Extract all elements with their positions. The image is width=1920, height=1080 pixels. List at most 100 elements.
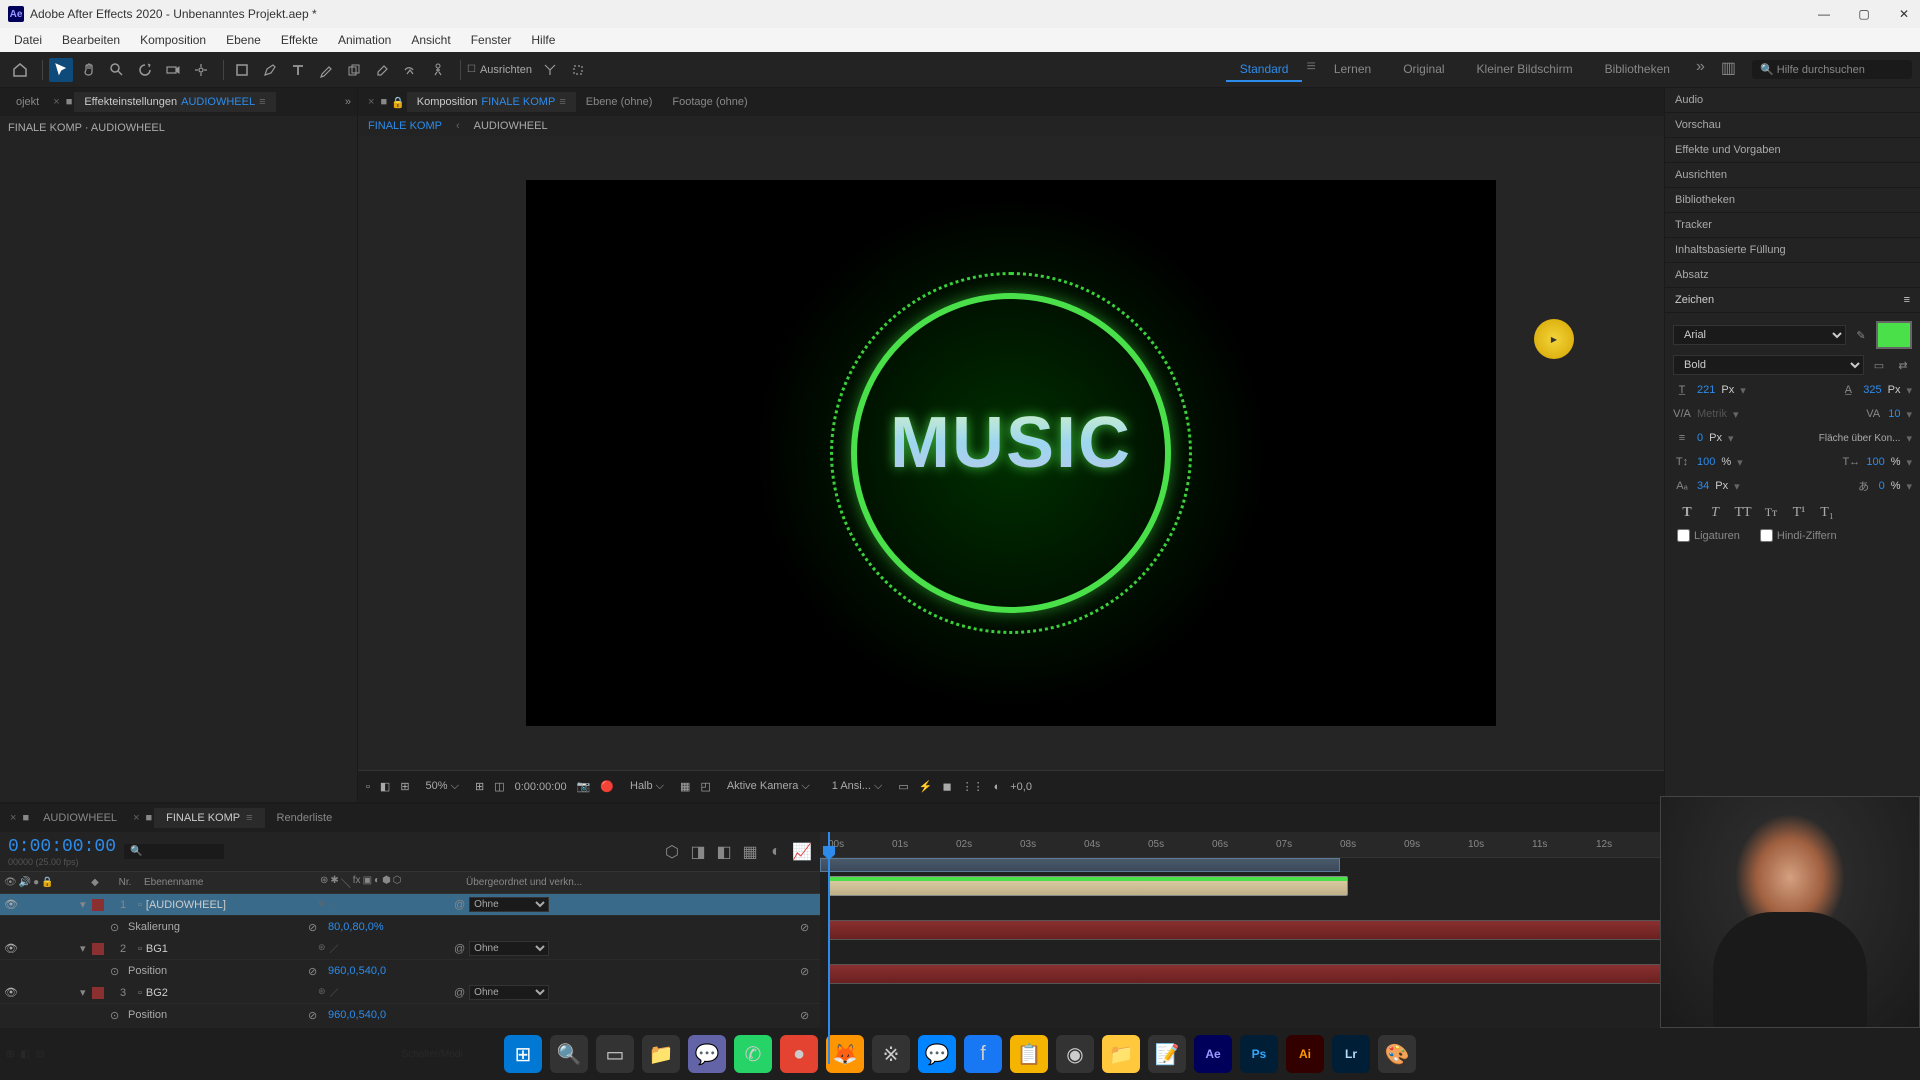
layer-row-bg2[interactable]: 👁 ▾ 3 ▫BG2 ⊛／ @Ohne [0, 982, 820, 1004]
stroke-color-icon[interactable]: ▭ [1870, 356, 1888, 374]
zoom-dropdown[interactable]: 50% ⌵ [420, 778, 465, 795]
playhead[interactable] [828, 832, 830, 1064]
composition-viewer[interactable]: MUSIC [358, 136, 1664, 770]
frame-blend-icon[interactable]: ▦ [740, 842, 760, 862]
eraser-tool[interactable] [370, 58, 394, 82]
channel-icon[interactable]: ◧ [380, 780, 390, 793]
layer-search[interactable]: 🔍 [124, 844, 224, 859]
property-row-position[interactable]: ⊙ Position ⊘ 960,0,540,0 ⊘ [0, 960, 820, 982]
font-weight-dropdown[interactable]: Bold [1673, 355, 1864, 375]
menu-effekte[interactable]: Effekte [271, 33, 328, 47]
vscale-value[interactable]: 100 [1697, 456, 1715, 468]
hindi-checkbox[interactable]: Hindi-Ziffern [1760, 529, 1837, 542]
kerning-value[interactable]: Metrik [1697, 408, 1727, 420]
transparency-icon[interactable]: ▦ [680, 780, 690, 793]
link-icon[interactable]: ⊘ [308, 921, 328, 934]
work-area-bar[interactable] [820, 858, 1340, 872]
stopwatch-icon[interactable]: ⊙ [110, 965, 122, 978]
start-button[interactable]: ⊞ [504, 1035, 542, 1073]
camera-tool[interactable] [161, 58, 185, 82]
smallcaps-button[interactable]: Tᴛ [1761, 505, 1781, 521]
pickwhip-icon[interactable]: @ [454, 943, 465, 955]
stopwatch-icon[interactable]: ⊙ [110, 921, 122, 934]
fast-preview-icon[interactable]: ⚡ [919, 780, 933, 793]
color-mgmt-icon[interactable]: 🔴 [600, 780, 614, 793]
menu-datei[interactable]: Datei [4, 33, 52, 47]
fill-over-stroke[interactable]: Fläche über Kon... [1819, 433, 1901, 444]
workspace-original[interactable]: Original [1389, 58, 1458, 82]
property-row-position[interactable]: ⊙ Position ⊘ 960,0,540,0 ⊘ [0, 1004, 820, 1026]
exposure-reset-icon[interactable]: ◐ [994, 781, 1001, 793]
timeline-tab-audiowheel[interactable]: AUDIOWHEEL [31, 808, 129, 828]
flowchart-icon[interactable]: ⋮⋮ [962, 780, 984, 793]
resolution-dropdown[interactable]: Halb ⌵ [624, 778, 670, 795]
resolution-icon[interactable]: ⊞ [400, 780, 409, 793]
allcaps-button[interactable]: TT [1733, 505, 1753, 521]
workspace-kleiner[interactable]: Kleiner Bildschirm [1463, 58, 1587, 82]
region-icon[interactable]: ◰ [700, 780, 710, 793]
property-value[interactable]: 80,0,80,0% [328, 921, 384, 933]
visibility-toggle[interactable]: 👁 [4, 942, 18, 955]
taskbar-facebook[interactable]: f [964, 1035, 1002, 1073]
clone-tool[interactable] [342, 58, 366, 82]
eyedropper-icon[interactable]: ✎ [1852, 326, 1870, 344]
panel-inhaltsfuellung[interactable]: Inhaltsbasierte Füllung [1665, 238, 1920, 263]
comp-crumb-audiowheel[interactable]: AUDIOWHEEL [474, 120, 548, 132]
ligatures-checkbox[interactable]: Ligaturen [1677, 529, 1740, 542]
lock-col-icon[interactable]: 🔒 [41, 877, 53, 888]
taskbar-app4[interactable]: 🎨 [1378, 1035, 1416, 1073]
label-col-icon[interactable]: ◆ [80, 877, 110, 888]
close-button[interactable]: ✕ [1896, 7, 1912, 21]
video-col-icon[interactable]: 👁 [4, 877, 17, 888]
effect-controls-tab[interactable]: Effekteinstellungen AUDIOWHEEL ≡ [74, 92, 275, 112]
link-icon[interactable]: ⊘ [308, 965, 328, 978]
taskbar-photoshop[interactable]: Ps [1240, 1035, 1278, 1073]
taskbar-search[interactable]: 🔍 [550, 1035, 588, 1073]
comp-crumb-finale[interactable]: FINALE KOMP [368, 120, 442, 132]
comp-mini-flowchart-icon[interactable]: ⬡ [662, 842, 682, 862]
italic-button[interactable]: T [1705, 505, 1725, 521]
menu-animation[interactable]: Animation [328, 33, 401, 47]
exposure-value[interactable]: +0,0 [1010, 781, 1032, 793]
visibility-toggle[interactable]: 👁 [4, 986, 18, 999]
parent-dropdown[interactable]: Ohne [469, 897, 549, 912]
stroke-value[interactable]: 0 [1697, 432, 1703, 444]
hide-shy-icon[interactable]: ◧ [714, 842, 734, 862]
expand-arrow-icon[interactable]: ▾ [80, 986, 92, 999]
expand-arrow-icon[interactable]: ▾ [80, 898, 92, 911]
layer-bar-audiowheel[interactable] [828, 876, 1348, 896]
parent-dropdown[interactable]: Ohne [469, 985, 549, 1000]
font-size-value[interactable]: 221 [1697, 384, 1715, 396]
menu-bearbeiten[interactable]: Bearbeiten [52, 33, 130, 47]
viewer-timecode[interactable]: 0:00:00:00 [515, 781, 567, 793]
taskbar-messenger[interactable]: 💬 [918, 1035, 956, 1073]
baseline-value[interactable]: 34 [1697, 480, 1709, 492]
view-dropdown[interactable]: 1 Ansi... ⌵ [826, 778, 889, 795]
workspace-biblio[interactable]: Bibliotheken [1591, 58, 1684, 82]
brush-tool[interactable] [314, 58, 338, 82]
layer-row-audiowheel[interactable]: 👁 ▾ 1 ▫[AUDIOWHEEL] ⊛／ @Ohne [0, 894, 820, 916]
expand-arrow-icon[interactable]: ▾ [80, 942, 92, 955]
panel-audio[interactable]: Audio [1665, 88, 1920, 113]
property-value[interactable]: 960,0,540,0 [328, 965, 386, 977]
property-value[interactable]: 960,0,540,0 [328, 1009, 386, 1021]
subscript-button[interactable]: T₁ [1817, 505, 1837, 521]
taskbar-obs[interactable]: ◉ [1056, 1035, 1094, 1073]
zoom-tool[interactable] [105, 58, 129, 82]
minimize-button[interactable]: — [1816, 7, 1832, 21]
pixel-aspect-icon[interactable]: ▭ [898, 780, 908, 793]
parent-dropdown[interactable]: Ohne [469, 941, 549, 956]
panel-absatz[interactable]: Absatz [1665, 263, 1920, 288]
layer-tab[interactable]: Ebene (ohne) [576, 92, 663, 112]
audio-col-icon[interactable]: 🔊 [19, 877, 31, 888]
panel-ausrichten[interactable]: Ausrichten [1665, 163, 1920, 188]
taskbar-illustrator[interactable]: Ai [1286, 1035, 1324, 1073]
taskbar-app1[interactable]: ● [780, 1035, 818, 1073]
taskbar-app3[interactable]: 📋 [1010, 1035, 1048, 1073]
menu-hilfe[interactable]: Hilfe [521, 33, 565, 47]
draft-3d-icon[interactable]: ◨ [688, 842, 708, 862]
composition-tab[interactable]: Komposition FINALE KOMP ≡ [407, 92, 576, 112]
panel-effekte[interactable]: Effekte und Vorgaben [1665, 138, 1920, 163]
swap-colors-icon[interactable]: ⇄ [1894, 356, 1912, 374]
taskbar-notepad[interactable]: 📝 [1148, 1035, 1186, 1073]
